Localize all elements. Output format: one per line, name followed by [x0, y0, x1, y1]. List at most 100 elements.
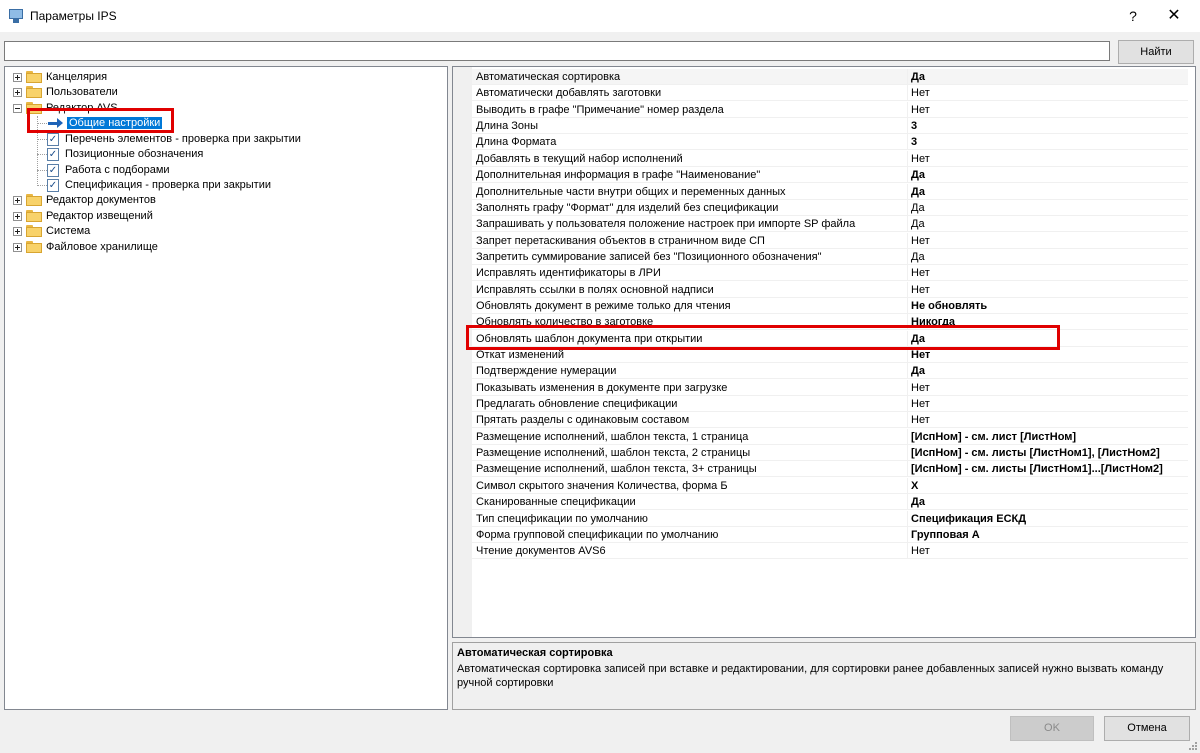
- property-row[interactable]: Размещение исполнений, шаблон текста, 3+…: [472, 461, 1189, 478]
- property-name: Длина Зоны: [472, 118, 908, 135]
- property-row[interactable]: Запретить суммирование записей без "Пози…: [472, 248, 1189, 265]
- expand-plus-icon[interactable]: [13, 226, 22, 236]
- property-name: Форма групповой спецификации по умолчани…: [472, 526, 908, 543]
- expand-plus-icon[interactable]: [13, 87, 22, 97]
- property-name: Символ скрытого значения Количества, фор…: [472, 477, 908, 494]
- tree-item-specification-check[interactable]: ✓ Спецификация - проверка при закрытии: [47, 177, 271, 193]
- property-row[interactable]: Заполнять графу "Формат" для изделий без…: [472, 199, 1189, 216]
- property-row[interactable]: Предлагать обновление спецификации Нет: [472, 396, 1188, 412]
- collapse-minus-icon[interactable]: [13, 103, 22, 113]
- checklist-icon: ✓: [47, 178, 59, 192]
- property-row[interactable]: Дополнительная информация в графе "Наиме…: [472, 167, 1189, 184]
- property-value[interactable]: Да: [909, 69, 1189, 85]
- help-button[interactable]: ?: [1118, 4, 1148, 28]
- property-row[interactable]: Размещение исполнений, шаблон текста, 2 …: [472, 445, 1189, 462]
- property-row[interactable]: Исправлять ссылки в полях основной надпи…: [472, 281, 1189, 298]
- property-name: Подтверждение нумерации: [472, 363, 908, 380]
- property-value[interactable]: Нет: [909, 265, 1189, 281]
- property-value[interactable]: Спецификация ЕСКД: [909, 511, 1189, 527]
- tree-item-element-list-check[interactable]: ✓ Перечень элементов - проверка при закр…: [47, 131, 301, 147]
- settings-tree[interactable]: Канцелярия Пользователи Редактор AVS Общ…: [4, 66, 448, 710]
- search-input[interactable]: [4, 41, 1110, 61]
- window-title: Параметры IPS: [30, 9, 117, 23]
- property-value[interactable]: Нет: [909, 151, 1189, 167]
- property-grid[interactable]: Автоматическая сортировка Да Автоматически…: [452, 66, 1196, 638]
- property-value[interactable]: Нет: [909, 380, 1189, 396]
- property-name: Размещение исполнений, шаблон текста, 2 …: [472, 445, 908, 462]
- close-button[interactable]: ✕: [1156, 4, 1192, 28]
- property-row[interactable]: Дополнительные части внутри общих и пере…: [472, 183, 1189, 200]
- property-value[interactable]: Нет: [909, 102, 1189, 118]
- property-row[interactable]: Автоматическая сортировка Да: [472, 69, 1188, 85]
- tree-item-kantselyariya[interactable]: Канцелярия: [13, 69, 107, 85]
- resize-grip-icon[interactable]: [1188, 741, 1198, 751]
- tree-item-label: Редактор извещений: [46, 210, 153, 222]
- property-value[interactable]: Да: [909, 216, 1189, 232]
- property-row[interactable]: Длина Зоны 3: [472, 118, 1189, 135]
- property-row[interactable]: Подтверждение нумерации Да: [472, 363, 1189, 380]
- description-title: Автоматическая сортировка: [457, 647, 613, 659]
- property-value[interactable]: [ИспНом] - см. листы [ЛистНом1], [ЛистНо…: [909, 445, 1189, 461]
- property-value[interactable]: 3: [909, 134, 1189, 150]
- description-panel: Автоматическая сортировка Автоматическая…: [452, 642, 1196, 710]
- property-row[interactable]: Длина Формата 3: [472, 134, 1189, 151]
- property-value[interactable]: Нет: [909, 412, 1189, 428]
- property-value[interactable]: Не обновлять: [909, 298, 1189, 314]
- property-value[interactable]: Да: [909, 200, 1189, 216]
- property-value[interactable]: 3: [909, 118, 1189, 134]
- tree-item-users[interactable]: Пользователи: [13, 84, 118, 100]
- property-value[interactable]: X: [909, 478, 1189, 494]
- find-button[interactable]: Найти: [1118, 40, 1194, 64]
- folder-icon: [26, 241, 42, 253]
- property-value[interactable]: Да: [909, 184, 1189, 200]
- property-value[interactable]: Да: [909, 494, 1189, 510]
- expand-plus-icon[interactable]: [13, 72, 22, 82]
- checklist-icon: ✓: [47, 132, 59, 146]
- property-row[interactable]: Запрашивать у пользователя положение нас…: [472, 216, 1189, 233]
- property-row[interactable]: Добавлять в текущий набор исполнений Нет: [472, 150, 1189, 167]
- property-row[interactable]: Автоматически добавлять заготовки Нет: [472, 85, 1189, 102]
- property-value[interactable]: Групповая А: [909, 527, 1189, 543]
- property-value[interactable]: [ИспНом] - см. листы [ЛистНом1]...[ЛистН…: [909, 461, 1189, 477]
- tree-item-label: Система: [46, 225, 91, 237]
- property-row[interactable]: Показывать изменения в документе при заг…: [472, 379, 1189, 396]
- property-value[interactable]: Нет: [909, 396, 1189, 412]
- property-row[interactable]: Форма групповой спецификации по умолчани…: [472, 526, 1189, 543]
- checklist-icon: ✓: [47, 147, 59, 161]
- tree-item-system[interactable]: Система: [13, 223, 90, 239]
- expand-plus-icon[interactable]: [13, 211, 22, 221]
- property-row[interactable]: Обновлять документ в режиме только для ч…: [472, 297, 1189, 314]
- tree-item-position-designations[interactable]: ✓ Позиционные обозначения: [47, 146, 203, 162]
- property-row[interactable]: Исправлять идентификаторы в ЛРИ Нет: [472, 265, 1189, 282]
- expand-plus-icon[interactable]: [13, 195, 22, 205]
- property-value[interactable]: Нет: [909, 85, 1189, 101]
- cancel-button[interactable]: Отмена: [1104, 716, 1190, 741]
- property-row[interactable]: Сканированные спецификации Да: [472, 494, 1189, 511]
- title-bar: Параметры IPS ? ✕: [0, 0, 1200, 32]
- property-row[interactable]: Символ скрытого значения Количества, фор…: [472, 477, 1189, 494]
- property-value[interactable]: Нет: [909, 543, 1189, 559]
- property-row[interactable]: Размещение исполнений, шаблон текста, 1 …: [472, 428, 1189, 445]
- ok-button[interactable]: OK: [1010, 716, 1094, 741]
- property-value[interactable]: Нет: [909, 233, 1189, 249]
- tree-item-label: Файловое хранилище: [46, 241, 158, 253]
- property-value[interactable]: Нет: [909, 282, 1189, 298]
- folder-icon: [26, 86, 42, 98]
- app-monitor-icon: [8, 8, 24, 24]
- tree-item-notice-editor[interactable]: Редактор извещений: [13, 208, 153, 224]
- property-row[interactable]: Прятать разделы с одинаковым составом Нет: [472, 412, 1189, 429]
- tree-item-file-storage[interactable]: Файловое хранилище: [13, 239, 158, 255]
- property-value[interactable]: Да: [909, 363, 1189, 379]
- checklist-icon: ✓: [47, 163, 59, 177]
- property-row[interactable]: Запрет перетаскивания объектов в странич…: [472, 232, 1189, 249]
- property-value[interactable]: Да: [909, 167, 1189, 183]
- property-row[interactable]: Выводить в графе "Примечание" номер разд…: [472, 101, 1189, 118]
- tree-item-document-editor[interactable]: Редактор документов: [13, 192, 156, 208]
- folder-icon: [26, 71, 42, 83]
- property-row[interactable]: Тип спецификации по умолчанию Спецификаци…: [472, 510, 1189, 527]
- property-row[interactable]: Чтение документов AVS6 Нет: [472, 543, 1189, 560]
- property-value[interactable]: [ИспНом] - см. лист [ЛистНом]: [909, 429, 1189, 445]
- expand-plus-icon[interactable]: [13, 242, 22, 252]
- tree-item-selections[interactable]: ✓ Работа с подборами: [47, 162, 170, 178]
- property-value[interactable]: Да: [909, 249, 1189, 265]
